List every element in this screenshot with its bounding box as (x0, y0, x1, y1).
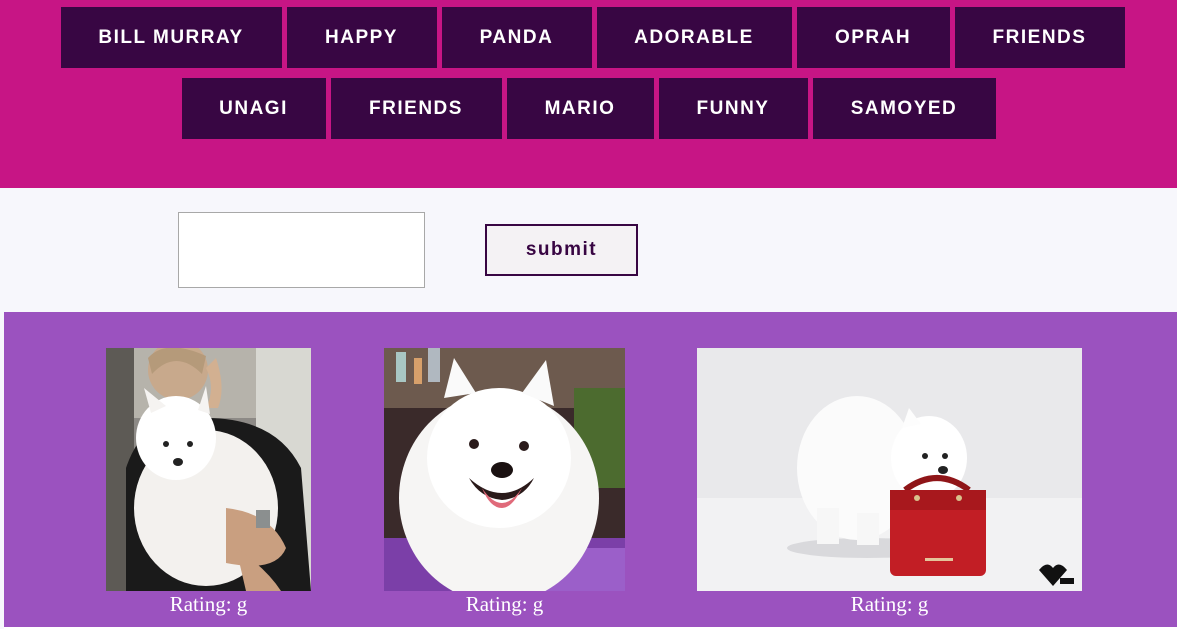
topic-button-oprah[interactable]: OPRAH (796, 7, 950, 68)
topic-row-1: BILL MURRAY HAPPY PANDA ADORABLE OPRAH F… (0, 7, 1177, 68)
topic-button-unagi[interactable]: UNAGI (181, 78, 326, 139)
topic-buttons-area: BILL MURRAY HAPPY PANDA ADORABLE OPRAH F… (0, 0, 1177, 188)
gif-rating: Rating: g (850, 592, 929, 616)
topic-input[interactable] (178, 212, 425, 288)
submit-button[interactable]: submit (485, 224, 638, 276)
topic-button-funny[interactable]: FUNNY (658, 78, 808, 139)
topic-button-panda[interactable]: PANDA (441, 7, 592, 68)
gif-card: Rating: g (384, 348, 625, 616)
gif-card: Rating: g (106, 348, 311, 616)
gif-image-smiling-samoyed[interactable] (384, 348, 625, 591)
topic-button-friends[interactable]: FRIENDS (954, 7, 1125, 68)
topic-button-bill-murray[interactable]: BILL MURRAY (60, 7, 282, 68)
topic-button-adorable[interactable]: ADORABLE (596, 7, 792, 68)
gif-results-area: Rating: g Rating: g Rating: g (4, 312, 1177, 627)
topic-button-samoyed[interactable]: SAMOYED (812, 78, 996, 139)
gif-image-samoyed-with-handbag[interactable] (697, 348, 1082, 591)
gif-card: Rating: g (697, 348, 1082, 616)
gif-rating: Rating: g (465, 592, 544, 616)
topic-button-happy[interactable]: HAPPY (286, 7, 437, 68)
topic-button-mario[interactable]: MARIO (506, 78, 654, 139)
gif-rating: Rating: g (169, 592, 248, 616)
add-topic-form: submit (0, 188, 1177, 312)
topic-row-2: UNAGI FRIENDS MARIO FUNNY SAMOYED (0, 78, 1177, 139)
gif-image-woman-holding-samoyed[interactable] (106, 348, 311, 591)
topic-button-friends-2[interactable]: FRIENDS (330, 78, 502, 139)
